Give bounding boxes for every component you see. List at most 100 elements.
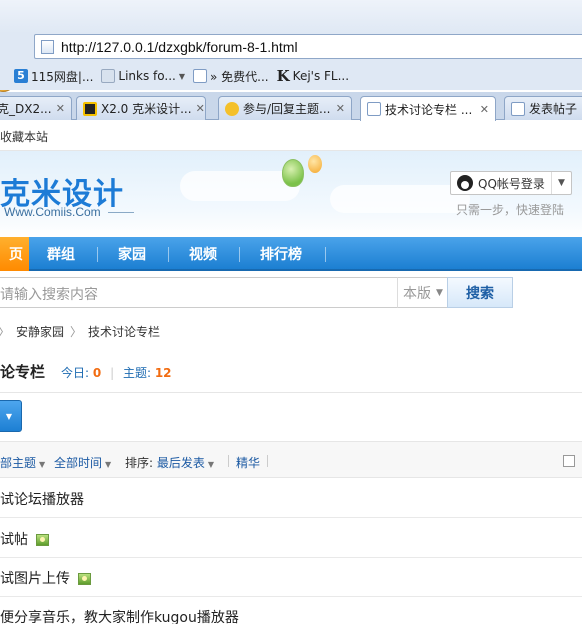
- search-button[interactable]: 搜索: [447, 277, 513, 308]
- divider: [108, 212, 134, 213]
- tab-3[interactable]: 参与/回复主题... ✕: [218, 96, 352, 120]
- breadcrumb: 〉 安静家园 〉 技术讨论专栏: [0, 323, 160, 340]
- breadcrumb-separator-icon: 〉: [0, 323, 10, 340]
- filter-label: 部主题: [0, 456, 37, 470]
- nav-divider: [97, 247, 98, 262]
- chevron-down-icon: ▼: [178, 71, 186, 81]
- filter-all-time[interactable]: 全部时间 ▼: [54, 454, 111, 471]
- filter-sort[interactable]: 排序: 最后发表 ▼: [125, 454, 214, 471]
- bookmark-label: Links fo...: [118, 69, 176, 83]
- address-bar[interactable]: http://127.0.0.1/dzxgbk/forum-8-1.html: [34, 34, 582, 59]
- chevron-down-icon: ▼: [105, 460, 112, 469]
- search-scope-label: 本版: [403, 285, 431, 302]
- close-icon[interactable]: ✕: [480, 103, 489, 116]
- chevron-down-icon: ▼: [207, 460, 215, 469]
- image-attachment-icon: [78, 573, 91, 585]
- nav-divider: [239, 247, 240, 262]
- close-icon[interactable]: ✕: [56, 102, 65, 115]
- divider: [0, 392, 582, 393]
- tab-label: 参与/回复主题...: [243, 102, 331, 116]
- nav-item-home[interactable]: 页: [0, 237, 29, 271]
- new-post-button[interactable]: ▼: [0, 400, 22, 432]
- close-icon[interactable]: ✕: [196, 102, 205, 115]
- thread-title[interactable]: 试图片上传: [0, 571, 70, 587]
- chevron-down-icon[interactable]: ▼: [551, 172, 571, 194]
- nav-item-home-space[interactable]: 家园: [118, 237, 146, 271]
- nav-item-ranking[interactable]: 排行榜: [260, 237, 302, 271]
- today-count: 0: [92, 366, 102, 380]
- today-label: 今日:: [61, 366, 90, 380]
- balloon-icon: [282, 159, 304, 187]
- bookmark-proxy[interactable]: » 免费代...: [193, 68, 269, 85]
- tab-label: X2.0 克米设计...: [101, 102, 192, 116]
- bookmark-label: » 免费代...: [210, 69, 269, 84]
- tab-5[interactable]: 发表帖子: [504, 96, 582, 120]
- thread-title-wrap: 试图片上传: [0, 568, 91, 588]
- bookmark-115[interactable]: 5 115网盘|...: [14, 68, 93, 85]
- threads-count: 12: [154, 366, 172, 380]
- browser-titlebar: [0, 0, 582, 34]
- nav-divider: [168, 247, 169, 262]
- qq-penguin-icon: [457, 175, 473, 191]
- breadcrumb-item[interactable]: 技术讨论专栏: [88, 323, 160, 340]
- qq-login-button[interactable]: QQ帐号登录 ▼: [450, 171, 572, 195]
- bookmarks-bar: 5 115网盘|... Links fo... ▼ » 免费代... K Kej…: [0, 62, 582, 90]
- site-icon: [83, 101, 97, 116]
- thread-row[interactable]: 试图片上传: [0, 557, 582, 597]
- page-icon: [193, 69, 208, 83]
- sort-label: 排序:: [125, 456, 154, 470]
- tab-strip: 克_DX2... ✕ X2.0 克米设计... ✕ 参与/回复主题... ✕ 技…: [0, 92, 582, 121]
- qq-login-label: QQ帐号登录: [478, 176, 545, 191]
- filter-divider: [267, 455, 268, 467]
- thread-row[interactable]: 试帖: [0, 518, 582, 558]
- filter-label: 全部时间: [54, 456, 103, 470]
- qq-login-hint: 只需一步，快速登陆: [456, 203, 565, 217]
- bookmark-links[interactable]: Links fo... ▼: [101, 69, 185, 83]
- thread-row[interactable]: 试论坛播放器: [0, 478, 582, 518]
- thread-row[interactable]: 便分享音乐，教大家制作kugou播放器: [0, 596, 582, 624]
- stats-divider: |: [110, 366, 115, 380]
- page-icon: [41, 40, 54, 54]
- site-topbar: 收藏本站: [0, 121, 582, 151]
- chevron-down-icon: ▼: [39, 460, 46, 469]
- trophy-icon: [225, 101, 239, 116]
- breadcrumb-item[interactable]: 安静家园: [16, 323, 64, 340]
- tab-1[interactable]: 克_DX2... ✕: [0, 96, 72, 120]
- thread-title[interactable]: 便分享音乐，教大家制作kugou播放器: [0, 607, 239, 624]
- filter-divider: [228, 455, 229, 467]
- tab-label: 克_DX2...: [0, 102, 52, 116]
- bookmark-label: 115网盘|...: [31, 69, 94, 84]
- sort-value: 最后发表: [156, 456, 205, 470]
- chevron-down-icon: ▼: [5, 411, 13, 421]
- close-icon[interactable]: ✕: [336, 102, 345, 115]
- cloud-decoration: [330, 185, 470, 213]
- image-attachment-icon: [36, 534, 49, 546]
- breadcrumb-separator-icon: 〉: [70, 325, 83, 339]
- tab-label: 发表帖子: [529, 102, 578, 116]
- new-window-checkbox[interactable]: [563, 455, 575, 467]
- thread-filter-bar: 部主题 ▼ 全部时间 ▼ 排序: 最后发表 ▼ 精华: [0, 441, 582, 478]
- nav-item-video[interactable]: 视频: [189, 237, 217, 271]
- tab-2[interactable]: X2.0 克米设计... ✕: [76, 96, 206, 120]
- browser-toolbar: ★ http://127.0.0.1/dzxgbk/forum-8-1.html: [0, 32, 582, 92]
- nav-item-groups[interactable]: 群组: [47, 237, 75, 271]
- balloon-icon: [308, 155, 322, 173]
- tab-4[interactable]: 技术讨论专栏 ... ✕: [360, 96, 496, 121]
- filter-all-threads[interactable]: 部主题 ▼: [0, 454, 45, 471]
- bookmark-site-link[interactable]: 收藏本站: [0, 128, 48, 145]
- site-logo-url: Www.Comiis.Com: [4, 205, 101, 219]
- thread-title[interactable]: 试论坛播放器: [0, 489, 84, 509]
- address-text[interactable]: http://127.0.0.1/dzxgbk/forum-8-1.html: [61, 39, 298, 55]
- thread-title[interactable]: 试帖: [0, 532, 28, 548]
- filter-digest[interactable]: 精华: [236, 454, 260, 471]
- page-icon: [367, 102, 381, 116]
- k-logo-icon: K: [276, 67, 290, 85]
- bookmark-label: Kej's FL...: [292, 69, 350, 83]
- search-placeholder: 请输入搜索内容: [0, 287, 98, 303]
- forum-title: 论专栏: [0, 363, 46, 381]
- bookmark-kej[interactable]: K Kej's FL...: [277, 67, 349, 85]
- thread-title-wrap: 试帖: [0, 529, 49, 549]
- tab-label: 技术讨论专栏 ...: [385, 102, 473, 117]
- nav-divider: [325, 247, 326, 262]
- bookmark-115-icon: 5: [14, 69, 28, 83]
